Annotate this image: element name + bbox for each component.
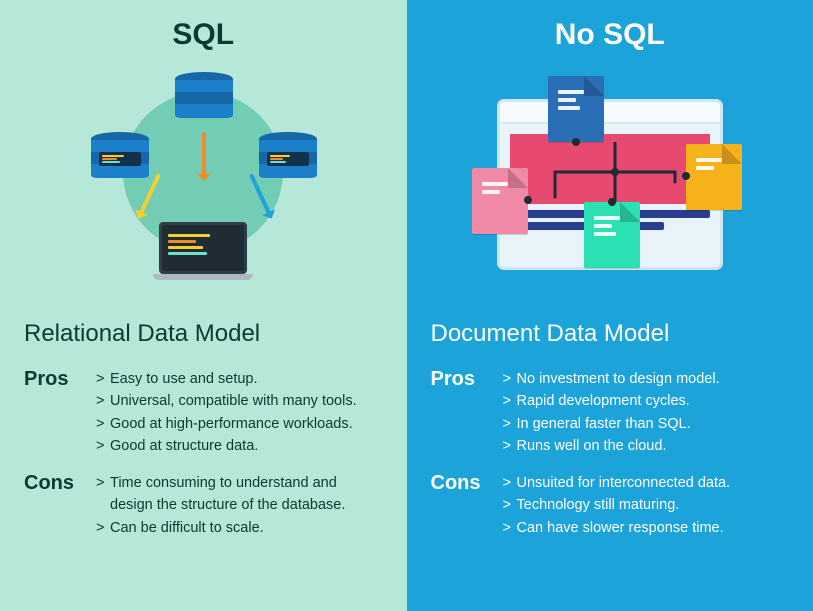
- list-item-text: Can have slower response time.: [517, 517, 724, 539]
- chevron-right-icon: >: [503, 368, 517, 390]
- chevron-right-icon: >: [96, 413, 110, 435]
- list-item: >In general faster than SQL.: [503, 413, 790, 435]
- list-item: >Technology still maturing.: [503, 494, 790, 516]
- list-item-text: In general faster than SQL.: [517, 413, 691, 435]
- list-item: >Can have slower response time.: [503, 517, 790, 539]
- chevron-right-icon: >: [503, 390, 517, 412]
- list-item: >Easy to use and setup.: [96, 368, 383, 390]
- list-item-text: Good at high-performance workloads.: [110, 413, 353, 435]
- list-item-text: Can be difficult to scale.: [110, 517, 264, 539]
- list-item: >Unsuited for interconnected data.: [503, 472, 790, 494]
- chevron-right-icon: >: [96, 472, 110, 517]
- list-item: >Can be difficult to scale.: [96, 517, 383, 539]
- nosql-cons-list: >Unsuited for interconnected data.>Techn…: [503, 472, 790, 539]
- list-item: >No investment to design model.: [503, 368, 790, 390]
- document-icon: [472, 168, 528, 234]
- pros-label: Pros: [24, 368, 96, 458]
- list-item: >Rapid development cycles.: [503, 390, 790, 412]
- list-item: >Good at high-performance workloads.: [96, 413, 383, 435]
- nosql-column: No SQL Document Data Model Pros >No inve…: [407, 0, 813, 611]
- chevron-right-icon: >: [503, 413, 517, 435]
- document-icon: [548, 76, 604, 142]
- sql-cons-list: >Time consuming to understand and design…: [96, 472, 383, 539]
- nosql-model-heading: Document Data Model: [431, 320, 790, 348]
- nosql-illustration: [431, 62, 790, 302]
- list-item: >Good at structure data.: [96, 435, 383, 457]
- list-item-text: Rapid development cycles.: [517, 390, 690, 412]
- list-item-text: Good at structure data.: [110, 435, 258, 457]
- chevron-right-icon: >: [503, 435, 517, 457]
- sql-model-heading: Relational Data Model: [24, 320, 383, 348]
- laptop-icon: [159, 222, 247, 280]
- sql-pros-row: Pros >Easy to use and setup.>Universal, …: [24, 368, 383, 458]
- list-item-text: Time consuming to understand and design …: [110, 472, 383, 517]
- nosql-cons-row: Cons >Unsuited for interconnected data.>…: [431, 472, 790, 539]
- database-icon: [175, 72, 233, 118]
- nosql-pros-row: Pros >No investment to design model.>Rap…: [431, 368, 790, 458]
- arrow-down-icon: [202, 132, 206, 180]
- sql-illustration: [24, 62, 383, 302]
- database-icon: [91, 132, 149, 178]
- chevron-right-icon: >: [96, 368, 110, 390]
- chevron-right-icon: >: [96, 390, 110, 412]
- list-item: >Universal, compatible with many tools.: [96, 390, 383, 412]
- database-icon: [259, 132, 317, 178]
- list-item-text: Technology still maturing.: [517, 494, 680, 516]
- list-item-text: Easy to use and setup.: [110, 368, 258, 390]
- chevron-right-icon: >: [503, 517, 517, 539]
- list-item-text: No investment to design model.: [517, 368, 720, 390]
- chevron-right-icon: >: [96, 435, 110, 457]
- chevron-right-icon: >: [503, 494, 517, 516]
- sql-cons-row: Cons >Time consuming to understand and d…: [24, 472, 383, 539]
- list-item-text: Unsuited for interconnected data.: [517, 472, 731, 494]
- nosql-pros-list: >No investment to design model.>Rapid de…: [503, 368, 790, 458]
- nosql-title: No SQL: [431, 18, 790, 52]
- list-item-text: Runs well on the cloud.: [517, 435, 667, 457]
- cons-label: Cons: [431, 472, 503, 539]
- list-item: >Runs well on the cloud.: [503, 435, 790, 457]
- sql-title: SQL: [24, 18, 383, 52]
- pros-label: Pros: [431, 368, 503, 458]
- sql-column: SQL: [0, 0, 407, 611]
- document-icon: [686, 144, 742, 210]
- chevron-right-icon: >: [503, 472, 517, 494]
- sql-pros-list: >Easy to use and setup.>Universal, compa…: [96, 368, 383, 458]
- chevron-right-icon: >: [96, 517, 110, 539]
- document-icon: [584, 202, 640, 268]
- list-item: >Time consuming to understand and design…: [96, 472, 383, 517]
- cons-label: Cons: [24, 472, 96, 539]
- list-item-text: Universal, compatible with many tools.: [110, 390, 357, 412]
